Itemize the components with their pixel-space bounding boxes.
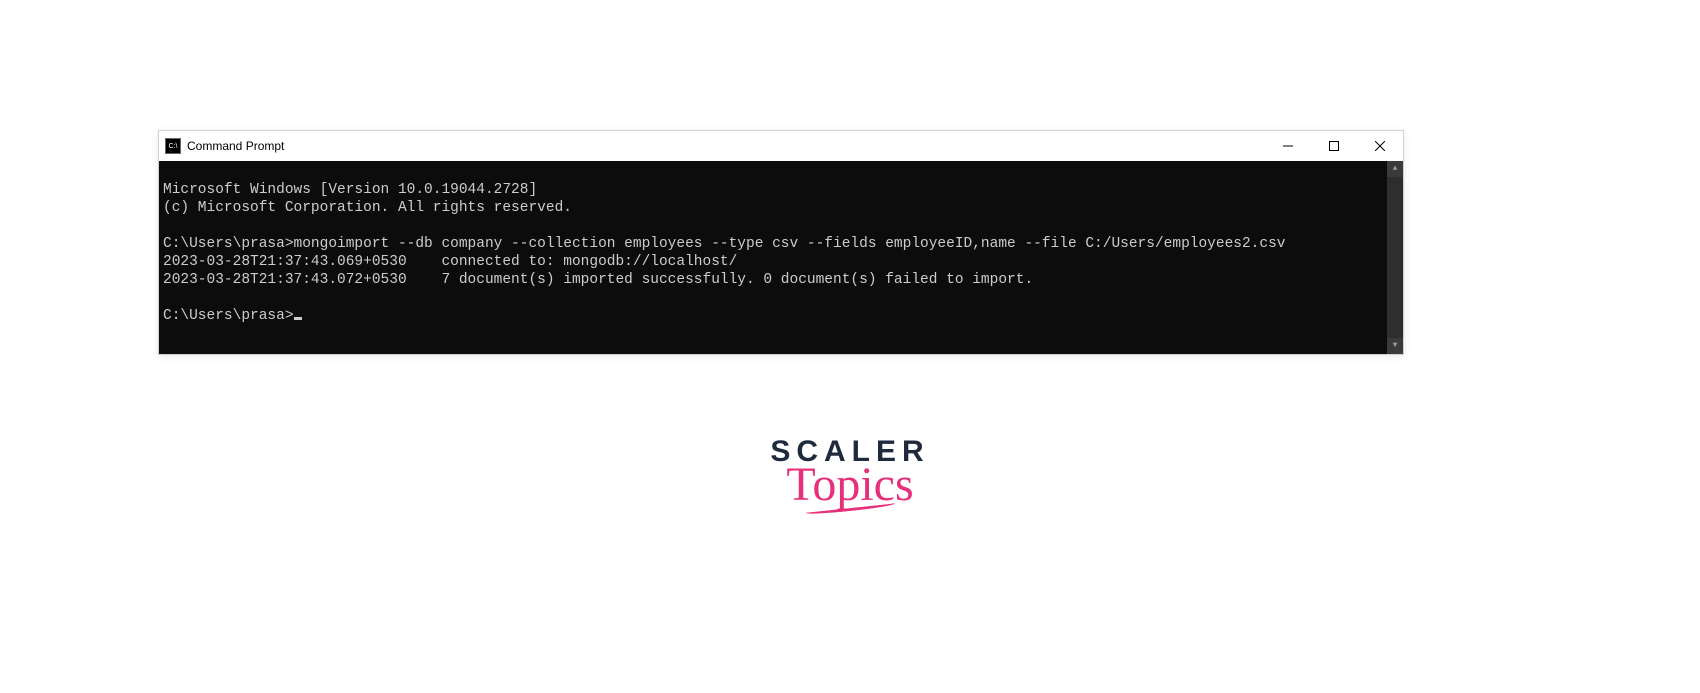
cursor-icon xyxy=(294,317,302,320)
minimize-button[interactable] xyxy=(1265,131,1311,161)
window-title: Command Prompt xyxy=(187,139,284,153)
scroll-up-icon[interactable]: ▲ xyxy=(1387,161,1403,177)
maximize-button[interactable] xyxy=(1311,131,1357,161)
command-prompt-window: C:\ Command Prompt Microsoft Windows [Ve… xyxy=(158,130,1404,355)
cmd-icon: C:\ xyxy=(165,138,181,154)
scroll-down-icon[interactable]: ▼ xyxy=(1387,338,1403,354)
scrollbar[interactable]: ▲ ▼ xyxy=(1387,161,1403,354)
console-line: Microsoft Windows [Version 10.0.19044.27… xyxy=(163,182,537,198)
titlebar[interactable]: C:\ Command Prompt xyxy=(159,131,1403,161)
console-area[interactable]: Microsoft Windows [Version 10.0.19044.27… xyxy=(159,161,1403,354)
console-prompt: C:\Users\prasa> xyxy=(163,308,294,324)
console-line: 2023-03-28T21:37:43.072+0530 7 document(… xyxy=(163,272,1033,288)
console-line: C:\Users\prasa>mongoimport --db company … xyxy=(163,236,1285,252)
console-line: (c) Microsoft Corporation. All rights re… xyxy=(163,200,572,216)
scaler-topics-logo: SCALER Topics xyxy=(770,435,929,511)
close-button[interactable] xyxy=(1357,131,1403,161)
window-controls xyxy=(1265,131,1403,161)
console-line: 2023-03-28T21:37:43.069+0530 connected t… xyxy=(163,254,737,270)
logo-line2: Topics xyxy=(770,461,929,509)
